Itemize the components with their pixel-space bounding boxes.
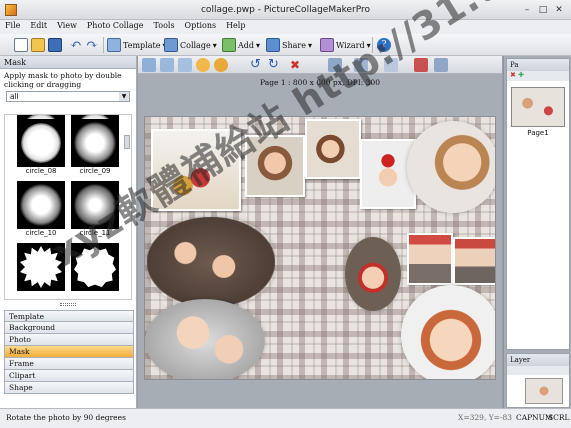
send-back-icon[interactable] (214, 58, 228, 72)
close-button[interactable]: ✕ (552, 4, 566, 16)
mask-label: circle_08 (25, 167, 57, 175)
save-button[interactable] (48, 37, 62, 53)
fit-icon[interactable] (178, 58, 192, 72)
remove-icon[interactable] (414, 58, 428, 72)
layer-panel: Layer (506, 353, 570, 408)
save-icon (48, 38, 62, 52)
main-toolbar: ↶ ↷ Template▾ Collage▾ Add▾ Share▾ Wizar… (0, 34, 571, 56)
section-clipart[interactable]: Clipart (4, 370, 134, 382)
template-icon (107, 38, 121, 52)
layer-panel-title: Layer (507, 354, 569, 366)
menu-photo-collage[interactable]: Photo Collage (82, 20, 149, 31)
page-thumbnail[interactable] (511, 87, 565, 127)
layer-thumbnail[interactable] (525, 378, 563, 404)
maximize-button[interactable]: □ (536, 4, 550, 16)
collage-label: Collage (180, 40, 211, 50)
rotate-left-icon[interactable]: ↺ (250, 58, 264, 72)
status-coords: X=329, Y=-83 (458, 413, 513, 422)
section-photo[interactable]: Photo (4, 334, 134, 346)
open-button[interactable] (31, 37, 45, 53)
pages-panel: Pa ✖ ✚ Page1 (506, 58, 570, 350)
menu-edit[interactable]: Edit (25, 20, 52, 31)
add-button[interactable]: Add ▾ (222, 37, 260, 53)
add-page-icon[interactable]: ✚ (518, 71, 524, 79)
new-button[interactable] (14, 37, 28, 53)
chevron-down-icon: ▼ (119, 92, 129, 101)
section-list: Template Background Photo Mask Frame Cli… (4, 310, 134, 394)
collage-circle-photo[interactable] (345, 237, 401, 311)
crop-icon[interactable] (160, 58, 174, 72)
panel-title: Mask (0, 56, 136, 69)
redo-button[interactable]: ↷ (86, 37, 100, 53)
collage-icon (164, 38, 178, 52)
add-image-icon (222, 38, 236, 52)
mask-hint: Apply mask to photo by double clicking o… (4, 71, 122, 89)
status-bar: Rotate the photo by 90 degrees X=329, Y=… (0, 408, 571, 428)
share-label: Share (282, 40, 306, 50)
section-shape[interactable]: Shape (4, 382, 134, 394)
undo-button[interactable]: ↶ (70, 37, 84, 53)
status-message: Rotate the photo by 90 degrees (6, 413, 126, 422)
page-label: Page1 (527, 129, 549, 137)
pages-panel-title: Pa (507, 59, 569, 71)
menu-options[interactable]: Options (180, 20, 222, 31)
grid-icon[interactable] (434, 58, 448, 72)
status-cap: CAP (516, 413, 533, 422)
collage-circle-photo[interactable] (401, 285, 495, 379)
filter-value: all (10, 92, 19, 101)
section-background[interactable]: Background (4, 322, 134, 334)
menu-bar: File Edit View Photo Collage Tools Options Hel… (0, 20, 571, 34)
share-button[interactable]: Share ▾ (266, 37, 312, 53)
section-mask[interactable]: Mask (4, 346, 134, 358)
collage-circle-photo[interactable] (407, 121, 495, 213)
status-scrl: SCRL (548, 413, 570, 422)
splitter-grip[interactable] (60, 303, 76, 306)
share-icon (266, 38, 280, 52)
template-label: Template (123, 40, 161, 50)
template-button[interactable]: Template▾ (107, 37, 166, 53)
minimize-button[interactable]: – (520, 4, 534, 16)
menu-tools[interactable]: Tools (149, 20, 180, 31)
menu-help[interactable]: Help (221, 20, 250, 31)
undo-icon: ↶ (70, 37, 82, 53)
new-file-icon (14, 38, 28, 52)
section-template[interactable]: Template (4, 310, 134, 322)
chevron-down-icon: ▾ (212, 40, 217, 50)
delete-page-icon[interactable]: ✖ (510, 71, 516, 79)
bring-front-icon[interactable] (196, 58, 210, 72)
select-icon[interactable] (142, 58, 156, 72)
mask-item[interactable]: circle_08 (17, 119, 65, 175)
add-label: Add (238, 40, 255, 50)
collage-photo[interactable] (407, 233, 453, 285)
mask-filter-select[interactable]: all ▼ (6, 91, 130, 102)
menu-file[interactable]: File (0, 20, 25, 31)
chevron-down-icon: ▾ (307, 40, 312, 50)
mask-item[interactable]: circle_09 (71, 119, 119, 175)
section-frame[interactable]: Frame (4, 358, 134, 370)
collage-photo[interactable] (453, 237, 495, 285)
collage-photo[interactable] (305, 119, 361, 179)
collage-circle-photo[interactable] (145, 299, 265, 379)
pages-toolbar: ✖ ✚ (507, 71, 569, 81)
rotate-right-icon[interactable]: ↻ (268, 58, 282, 72)
redo-icon: ↷ (86, 37, 98, 53)
menu-view[interactable]: View (52, 20, 82, 31)
chevron-down-icon: ▾ (256, 40, 261, 50)
layer-toolbar (507, 366, 569, 375)
collage-circle-photo[interactable] (147, 217, 275, 307)
collage-button[interactable]: Collage ▾ (164, 37, 217, 53)
gallery-scrollbar[interactable] (124, 135, 130, 149)
folder-icon (31, 38, 45, 52)
mask-label: circle_09 (79, 167, 111, 175)
right-panel: Pa ✖ ✚ Page1 Layer (503, 56, 571, 408)
